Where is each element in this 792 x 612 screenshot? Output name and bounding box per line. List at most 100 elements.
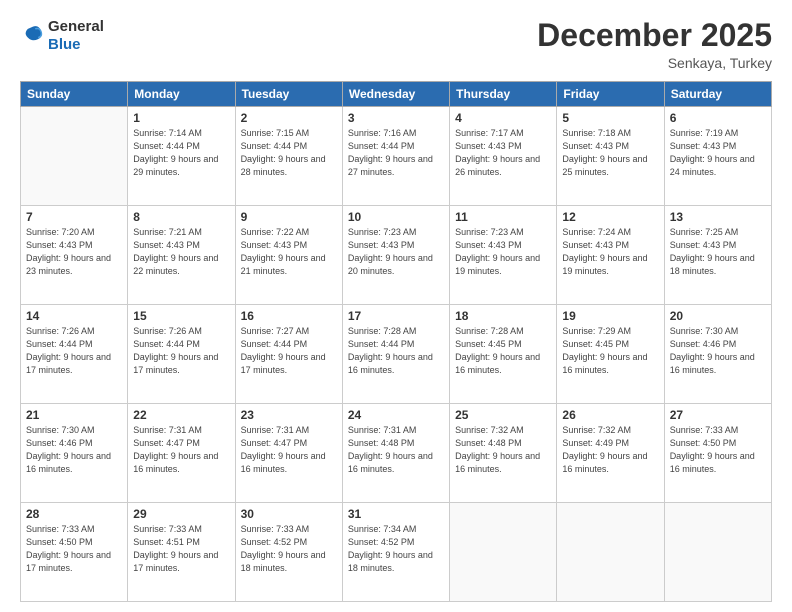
calendar-day-cell [450,503,557,602]
calendar-day-cell: 17 Sunrise: 7:28 AMSunset: 4:44 PMDayligh… [342,305,449,404]
day-number: 31 [348,507,444,521]
day-info: Sunrise: 7:26 AMSunset: 4:44 PMDaylight:… [133,325,229,377]
calendar-day-cell [557,503,664,602]
day-number: 11 [455,210,551,224]
day-info: Sunrise: 7:30 AMSunset: 4:46 PMDaylight:… [26,424,122,476]
day-number: 4 [455,111,551,125]
weekday-header: Saturday [664,82,771,107]
day-info: Sunrise: 7:17 AMSunset: 4:43 PMDaylight:… [455,127,551,179]
calendar-day-cell: 2 Sunrise: 7:15 AMSunset: 4:44 PMDaylight… [235,107,342,206]
calendar-week-row: 1 Sunrise: 7:14 AMSunset: 4:44 PMDaylight… [21,107,772,206]
day-number: 10 [348,210,444,224]
calendar-day-cell: 23 Sunrise: 7:31 AMSunset: 4:47 PMDayligh… [235,404,342,503]
day-number: 27 [670,408,766,422]
day-info: Sunrise: 7:23 AMSunset: 4:43 PMDaylight:… [348,226,444,278]
calendar-day-cell: 3 Sunrise: 7:16 AMSunset: 4:44 PMDaylight… [342,107,449,206]
day-number: 28 [26,507,122,521]
weekday-header: Sunday [21,82,128,107]
day-number: 1 [133,111,229,125]
weekday-header: Monday [128,82,235,107]
day-number: 13 [670,210,766,224]
month-title: December 2025 [537,18,772,53]
calendar-day-cell: 5Sunrise: 7:18 AMSunset: 4:43 PMDaylight… [557,107,664,206]
page: General Blue December 2025 Senkaya, Turk… [0,0,792,612]
calendar-day-cell: 16 Sunrise: 7:27 AMSunset: 4:44 PMDayligh… [235,305,342,404]
calendar-header-row: SundayMondayTuesdayWednesdayThursdayFrid… [21,82,772,107]
calendar-day-cell: 27 Sunrise: 7:33 AMSunset: 4:50 PMDayligh… [664,404,771,503]
day-info: Sunrise: 7:25 AMSunset: 4:43 PMDaylight:… [670,226,766,278]
day-info: Sunrise: 7:16 AMSunset: 4:44 PMDaylight:… [348,127,444,179]
logo-icon [22,23,44,45]
day-info: Sunrise: 7:21 AMSunset: 4:43 PMDaylight:… [133,226,229,278]
header: General Blue December 2025 Senkaya, Turk… [20,18,772,71]
calendar-week-row: 28 Sunrise: 7:33 AMSunset: 4:50 PMDayligh… [21,503,772,602]
day-number: 16 [241,309,337,323]
calendar-day-cell: 10 Sunrise: 7:23 AMSunset: 4:43 PMDayligh… [342,206,449,305]
day-number: 17 [348,309,444,323]
logo-text-general: General [48,18,104,35]
day-info: Sunrise: 7:15 AMSunset: 4:44 PMDaylight:… [241,127,337,179]
day-info: Sunrise: 7:26 AMSunset: 4:44 PMDaylight:… [26,325,122,377]
logo: General Blue [20,18,104,54]
day-number: 14 [26,309,122,323]
day-info: Sunrise: 7:31 AMSunset: 4:48 PMDaylight:… [348,424,444,476]
day-number: 25 [455,408,551,422]
day-number: 12 [562,210,658,224]
calendar-day-cell: 14 Sunrise: 7:26 AMSunset: 4:44 PMDayligh… [21,305,128,404]
day-info: Sunrise: 7:31 AMSunset: 4:47 PMDaylight:… [133,424,229,476]
day-number: 9 [241,210,337,224]
day-info: Sunrise: 7:33 AMSunset: 4:50 PMDaylight:… [26,523,122,575]
weekday-header: Thursday [450,82,557,107]
day-info: Sunrise: 7:28 AMSunset: 4:45 PMDaylight:… [455,325,551,377]
calendar-day-cell: 4 Sunrise: 7:17 AMSunset: 4:43 PMDaylight… [450,107,557,206]
day-info: Sunrise: 7:27 AMSunset: 4:44 PMDaylight:… [241,325,337,377]
day-number: 8 [133,210,229,224]
weekday-header: Tuesday [235,82,342,107]
day-number: 15 [133,309,229,323]
day-info: Sunrise: 7:18 AMSunset: 4:43 PMDaylight:… [562,127,658,179]
calendar-day-cell [664,503,771,602]
day-info: Sunrise: 7:28 AMSunset: 4:44 PMDaylight:… [348,325,444,377]
calendar-week-row: 14 Sunrise: 7:26 AMSunset: 4:44 PMDayligh… [21,305,772,404]
day-number: 18 [455,309,551,323]
day-info: Sunrise: 7:31 AMSunset: 4:47 PMDaylight:… [241,424,337,476]
calendar-day-cell: 11 Sunrise: 7:23 AMSunset: 4:43 PMDayligh… [450,206,557,305]
title-block: December 2025 Senkaya, Turkey [537,18,772,71]
logo-text-blue: Blue [48,36,81,53]
day-info: Sunrise: 7:32 AMSunset: 4:49 PMDaylight:… [562,424,658,476]
calendar-day-cell: 26Sunrise: 7:32 AMSunset: 4:49 PMDayligh… [557,404,664,503]
day-number: 20 [670,309,766,323]
calendar-day-cell: 9Sunrise: 7:22 AMSunset: 4:43 PMDaylight… [235,206,342,305]
calendar-day-cell: 7 Sunrise: 7:20 AMSunset: 4:43 PMDaylight… [21,206,128,305]
day-info: Sunrise: 7:29 AMSunset: 4:45 PMDaylight:… [562,325,658,377]
day-number: 23 [241,408,337,422]
subtitle: Senkaya, Turkey [537,55,772,71]
day-info: Sunrise: 7:32 AMSunset: 4:48 PMDaylight:… [455,424,551,476]
calendar-day-cell: 6Sunrise: 7:19 AMSunset: 4:43 PMDaylight… [664,107,771,206]
day-number: 3 [348,111,444,125]
day-info: Sunrise: 7:23 AMSunset: 4:43 PMDaylight:… [455,226,551,278]
calendar-day-cell: 18 Sunrise: 7:28 AMSunset: 4:45 PMDayligh… [450,305,557,404]
day-info: Sunrise: 7:33 AMSunset: 4:52 PMDaylight:… [241,523,337,575]
day-info: Sunrise: 7:24 AMSunset: 4:43 PMDaylight:… [562,226,658,278]
day-info: Sunrise: 7:14 AMSunset: 4:44 PMDaylight:… [133,127,229,179]
day-number: 30 [241,507,337,521]
calendar-day-cell: 24Sunrise: 7:31 AMSunset: 4:48 PMDayligh… [342,404,449,503]
calendar-day-cell: 20 Sunrise: 7:30 AMSunset: 4:46 PMDayligh… [664,305,771,404]
day-info: Sunrise: 7:30 AMSunset: 4:46 PMDaylight:… [670,325,766,377]
day-number: 2 [241,111,337,125]
day-info: Sunrise: 7:20 AMSunset: 4:43 PMDaylight:… [26,226,122,278]
calendar-week-row: 7 Sunrise: 7:20 AMSunset: 4:43 PMDaylight… [21,206,772,305]
calendar-day-cell: 22Sunrise: 7:31 AMSunset: 4:47 PMDayligh… [128,404,235,503]
weekday-header: Wednesday [342,82,449,107]
weekday-header: Friday [557,82,664,107]
calendar-day-cell: 28 Sunrise: 7:33 AMSunset: 4:50 PMDayligh… [21,503,128,602]
day-info: Sunrise: 7:34 AMSunset: 4:52 PMDaylight:… [348,523,444,575]
calendar-day-cell: 25 Sunrise: 7:32 AMSunset: 4:48 PMDayligh… [450,404,557,503]
day-number: 7 [26,210,122,224]
calendar-day-cell: 8 Sunrise: 7:21 AMSunset: 4:43 PMDaylight… [128,206,235,305]
day-info: Sunrise: 7:19 AMSunset: 4:43 PMDaylight:… [670,127,766,179]
day-number: 19 [562,309,658,323]
day-info: Sunrise: 7:33 AMSunset: 4:50 PMDaylight:… [670,424,766,476]
calendar: SundayMondayTuesdayWednesdayThursdayFrid… [20,81,772,602]
